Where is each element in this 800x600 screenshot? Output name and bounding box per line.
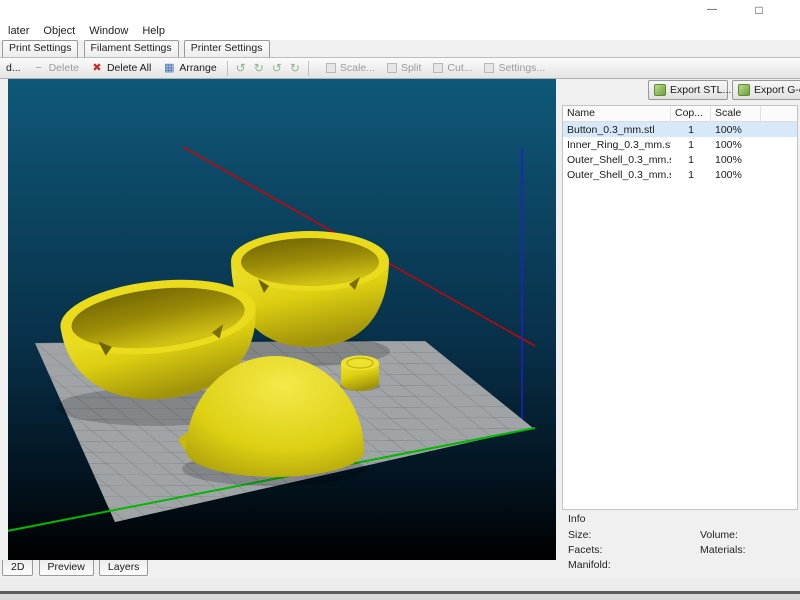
export-gcode-icon	[738, 84, 750, 96]
delete-button[interactable]: − Delete	[28, 59, 84, 77]
model-button[interactable]	[341, 355, 379, 392]
titlebar: — □	[0, 0, 800, 22]
table-row[interactable]: Outer_Shell_0.3_mm.stl 1 100%	[563, 152, 797, 167]
facets-label: Facets:	[568, 544, 603, 556]
table-row[interactable]: Inner_Ring_0.3_mm.stl 1 100%	[563, 137, 797, 152]
cut-label: Cut...	[447, 62, 473, 74]
cell-name: Outer_Shell_0.3_mm.stl	[567, 169, 671, 181]
below-window-area	[0, 594, 800, 600]
delete-icon: −	[35, 62, 42, 74]
toolbar-separator	[307, 60, 309, 76]
menu-window[interactable]: Window	[82, 24, 135, 38]
arrange-icon: ▦	[164, 62, 175, 74]
object-list-table: Name Cop... Scale Button_0.3_mm.stl 1 10…	[562, 105, 798, 510]
split-label: Split	[400, 62, 422, 74]
delete-all-icon: ✖	[92, 62, 102, 74]
split-button[interactable]: Split	[382, 59, 426, 77]
rotate-cw-button[interactable]: ↻	[287, 59, 303, 77]
scale-icon	[325, 63, 336, 73]
cell-name: Button_0.3_mm.stl	[567, 124, 655, 136]
rotate-cw-45-button[interactable]: ↻	[251, 59, 267, 77]
rotate-ccw-45-button[interactable]: ↺	[233, 59, 249, 77]
tab-preview[interactable]: Preview	[38, 560, 94, 576]
manifold-label: Manifold:	[568, 559, 611, 571]
materials-label: Materials:	[700, 544, 746, 556]
column-copies[interactable]: Cop...	[671, 106, 711, 121]
export-gcode-label: Export G-code...	[754, 84, 800, 96]
right-panel: Export STL... Export G-code... Name Cop.…	[556, 79, 800, 591]
3d-viewport[interactable]	[1, 79, 556, 560]
delete-all-label: Delete All	[106, 62, 152, 74]
volume-label: Volume:	[700, 529, 738, 541]
settings-tabbar: Print Settings Filament Settings Printer…	[0, 40, 800, 58]
tab-printer-settings[interactable]: Printer Settings	[183, 40, 270, 57]
split-icon	[386, 63, 397, 73]
scale-label: Scale...	[339, 62, 375, 74]
maximize-button[interactable]: □	[734, 0, 784, 22]
cell-scale: 100%	[715, 124, 742, 136]
export-stl-button[interactable]: Export STL...	[648, 80, 732, 100]
cell-scale: 100%	[715, 139, 742, 151]
info-panel: Info Size: Volume: Facets: Materials: Ma…	[562, 512, 798, 587]
3d-scene	[1, 79, 556, 560]
cell-name: Inner_Ring_0.3_mm.stl	[567, 139, 671, 151]
tab-2d[interactable]: 2D	[2, 560, 34, 576]
settings-label: Settings...	[498, 62, 546, 74]
close-button[interactable]	[784, 0, 800, 22]
export-stl-icon	[654, 84, 666, 96]
tab-print-settings[interactable]: Print Settings	[2, 40, 79, 57]
cell-scale: 100%	[715, 169, 742, 181]
cell-scale: 100%	[715, 154, 742, 166]
rotate-ccw-button[interactable]: ↺	[269, 59, 285, 77]
menu-help[interactable]: Help	[135, 24, 172, 38]
view-tabbar: 2D Preview Layers	[0, 560, 556, 578]
table-row[interactable]: Outer_Shell_0.3_mm.stl 1 100%	[563, 167, 797, 182]
add-button-partial[interactable]: d...	[1, 59, 26, 77]
arrange-label: Arrange	[179, 62, 217, 74]
export-stl-label: Export STL...	[670, 84, 732, 96]
tab-layers[interactable]: Layers	[98, 560, 149, 576]
toolbar-separator	[226, 60, 228, 76]
cut-button[interactable]: Cut...	[428, 59, 477, 77]
table-row[interactable]: Button_0.3_mm.stl 1 100%	[563, 122, 797, 137]
settings-button[interactable]: Settings...	[479, 59, 550, 77]
delete-label: Delete	[48, 62, 79, 74]
menu-object[interactable]: Object	[36, 24, 82, 38]
cell-copies: 1	[688, 169, 694, 181]
menubar: later Object Window Help	[0, 22, 800, 40]
cut-icon	[433, 63, 444, 73]
slicer-window: — □ later Object Window Help Print Setti…	[0, 0, 800, 600]
settings-icon	[484, 63, 495, 73]
tab-filament-settings[interactable]: Filament Settings	[83, 40, 179, 57]
info-title: Info	[568, 513, 586, 525]
cell-copies: 1	[688, 124, 694, 136]
size-label: Size:	[568, 529, 592, 541]
column-scale[interactable]: Scale	[711, 106, 761, 121]
cell-copies: 1	[688, 139, 694, 151]
delete-all-button[interactable]: ✖ Delete All	[86, 59, 156, 77]
table-header: Name Cop... Scale	[563, 106, 797, 122]
menu-plater[interactable]: later	[1, 24, 36, 38]
arrange-button[interactable]: ▦ Arrange	[158, 59, 221, 77]
cell-name: Outer_Shell_0.3_mm.stl	[567, 154, 671, 166]
plater-toolbar: d... − Delete ✖ Delete All ▦ Arrange ↺ ↻…	[0, 58, 800, 79]
minimize-button[interactable]: —	[690, 0, 734, 22]
cell-copies: 1	[688, 154, 694, 166]
scale-button[interactable]: Scale...	[321, 59, 380, 77]
column-name[interactable]: Name	[563, 106, 671, 121]
export-gcode-button[interactable]: Export G-code...	[732, 80, 800, 100]
